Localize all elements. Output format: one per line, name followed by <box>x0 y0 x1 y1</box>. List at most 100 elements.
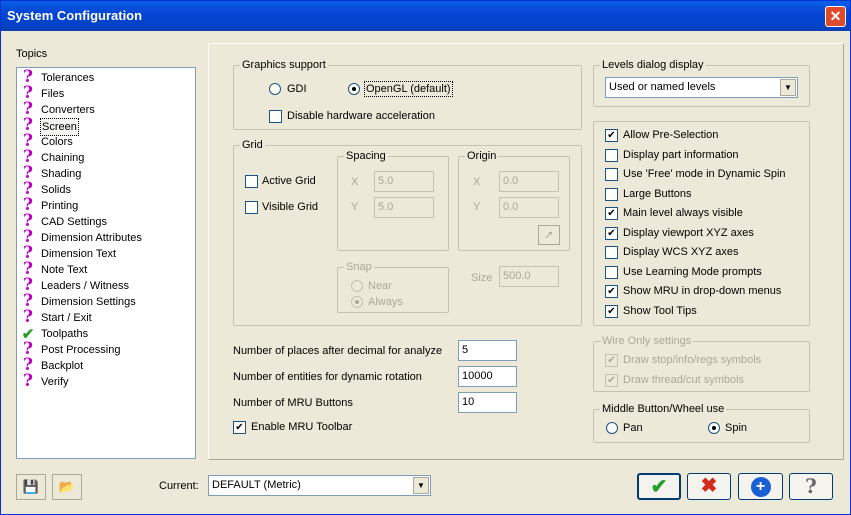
grid-title: Grid <box>240 139 265 151</box>
spacing-y-label: Y <box>351 201 359 213</box>
gdi-label: GDI <box>287 83 307 95</box>
option-checkbox[interactable]: ✔ <box>605 207 618 220</box>
topic-label: Verify <box>41 376 69 388</box>
option-label: Main level always visible <box>623 207 743 219</box>
current-label: Current: <box>159 480 199 492</box>
snap-always-label: Always <box>368 296 403 308</box>
origin-y-input[interactable]: 0.0 <box>499 197 559 218</box>
thread-symbols-label: Draw thread/cut symbols <box>623 374 745 386</box>
topics-tree[interactable]: ? Tolerances? Files? Converters? Screen? Colo… <box>16 67 196 459</box>
graphics-support-title: Graphics support <box>240 59 328 71</box>
opengl-radio[interactable] <box>348 83 360 95</box>
option-label: Display part information <box>623 148 739 161</box>
option-checkbox[interactable] <box>605 187 618 201</box>
topic-label: Dimension Text <box>41 248 116 260</box>
middle-button-title: Middle Button/Wheel use <box>600 403 727 415</box>
option-label: Display viewport XYZ axes <box>623 226 754 239</box>
ok-button[interactable]: ✔ <box>637 473 681 500</box>
red-x-icon: ✖ <box>700 475 718 497</box>
origin-x-label: X <box>473 176 481 188</box>
topic-label: Colors <box>41 136 73 148</box>
blue-plus-icon: + <box>750 477 771 497</box>
dynamic-rotation-input[interactable]: 10000 <box>458 366 517 387</box>
spacing-y-input[interactable]: 5.0 <box>374 197 434 218</box>
window-title: System Configuration <box>7 8 143 23</box>
system-configuration-window: System Configuration ✕ Topics ? Tolerance… <box>0 0 851 515</box>
origin-x-input[interactable]: 0.0 <box>499 171 559 192</box>
option-label: Allow Pre-Selection <box>623 129 719 141</box>
topic-label: CAD Settings <box>41 216 108 228</box>
option-checkbox[interactable]: ✔ <box>605 304 618 318</box>
topic-label: Printing <box>41 200 79 212</box>
topics-label: Topics <box>16 48 48 60</box>
topic-label: Converters <box>41 104 95 116</box>
visible-grid-checkbox[interactable] <box>245 201 258 214</box>
option-checkbox[interactable]: ✔ <box>605 129 618 142</box>
question-icon: ? <box>23 307 33 327</box>
option-checkbox[interactable]: ✔ <box>605 226 618 240</box>
spin-label: Spin <box>725 422 748 434</box>
option-checkbox[interactable]: ✔ <box>605 285 618 298</box>
option-checkbox[interactable] <box>605 168 618 181</box>
levels-value: Used or named levels <box>609 81 716 93</box>
topic-label: Dimension Settings <box>41 296 136 308</box>
spacing-title: Spacing <box>344 150 388 162</box>
thread-symbols-checkbox[interactable]: ✔ <box>605 374 618 387</box>
active-grid-checkbox[interactable] <box>245 175 258 188</box>
help-question-icon: ? <box>805 474 817 498</box>
topic-label: Solids <box>41 184 71 196</box>
save-disk-icon: 💾 <box>22 479 40 494</box>
close-icon: ✕ <box>829 8 842 24</box>
disable-hw-accel-checkbox[interactable] <box>269 110 282 123</box>
topic-label: Shading <box>41 168 82 180</box>
size-label: Size <box>471 272 493 284</box>
size-input[interactable]: 500.0 <box>499 266 559 287</box>
stop-symbols-checkbox[interactable]: ✔ <box>605 354 618 367</box>
gdi-radio[interactable] <box>269 83 281 95</box>
spacing-x-input[interactable]: 5.0 <box>374 171 434 192</box>
mru-buttons-input[interactable]: 10 <box>458 392 517 413</box>
option-checkbox[interactable] <box>605 246 618 259</box>
chevron-down-icon[interactable]: ▼ <box>413 477 429 494</box>
decimal-places-input[interactable]: 5 <box>458 340 517 361</box>
pick-origin-button[interactable]: ➚ <box>538 225 560 245</box>
option-checkbox[interactable] <box>605 265 618 279</box>
option-checkbox[interactable] <box>605 148 618 162</box>
snap-title: Snap <box>344 261 374 273</box>
option-label: Display WCS XYZ axes <box>623 246 739 258</box>
current-config-value: DEFAULT (Metric) <box>212 479 301 491</box>
close-button[interactable]: ✕ <box>825 6 846 27</box>
spin-radio[interactable] <box>708 422 720 434</box>
current-config-dropdown[interactable]: DEFAULT (Metric) ▼ <box>208 475 431 496</box>
add-button[interactable]: + <box>738 473 783 500</box>
option-label: Use Learning Mode prompts <box>623 265 762 278</box>
open-folder-icon: 📂 <box>58 479 76 494</box>
question-icon: ? <box>23 371 33 391</box>
help-button[interactable]: ? <box>789 473 833 500</box>
option-label: Show Tool Tips <box>623 304 697 317</box>
save-config-button[interactable]: 💾 <box>16 474 46 500</box>
levels-dropdown[interactable]: Used or named levels ▼ <box>605 77 798 98</box>
chevron-down-icon[interactable]: ▼ <box>780 79 796 96</box>
levels-title: Levels dialog display <box>600 59 706 71</box>
enable-mru-toolbar-checkbox[interactable]: ✔ <box>233 421 246 434</box>
stop-symbols-label: Draw stop/info/regs symbols <box>623 354 762 366</box>
snap-always-radio[interactable] <box>351 296 363 308</box>
opengl-label: OpenGL (default) <box>364 81 453 97</box>
cancel-button[interactable]: ✖ <box>687 473 731 500</box>
origin-y-label: Y <box>473 201 481 213</box>
checkmark-icon: ✔ <box>650 476 668 498</box>
open-config-button[interactable]: 📂 <box>52 474 82 500</box>
snap-near-radio[interactable] <box>351 280 363 292</box>
pan-radio[interactable] <box>606 422 618 434</box>
topic-label: Backplot <box>41 360 84 372</box>
visible-grid-label: Visible Grid <box>262 201 319 213</box>
wire-only-title: Wire Only settings <box>600 335 694 347</box>
topic-label: Leaders / Witness <box>41 280 130 292</box>
enable-mru-toolbar-label: Enable MRU Toolbar <box>251 421 353 433</box>
pan-label: Pan <box>623 422 643 434</box>
disable-hw-accel-label: Disable hardware acceleration <box>287 110 435 122</box>
active-grid-label: Active Grid <box>262 175 316 187</box>
cursor-arrow-icon: ➚ <box>544 229 554 241</box>
topic-label: Start / Exit <box>41 312 92 324</box>
